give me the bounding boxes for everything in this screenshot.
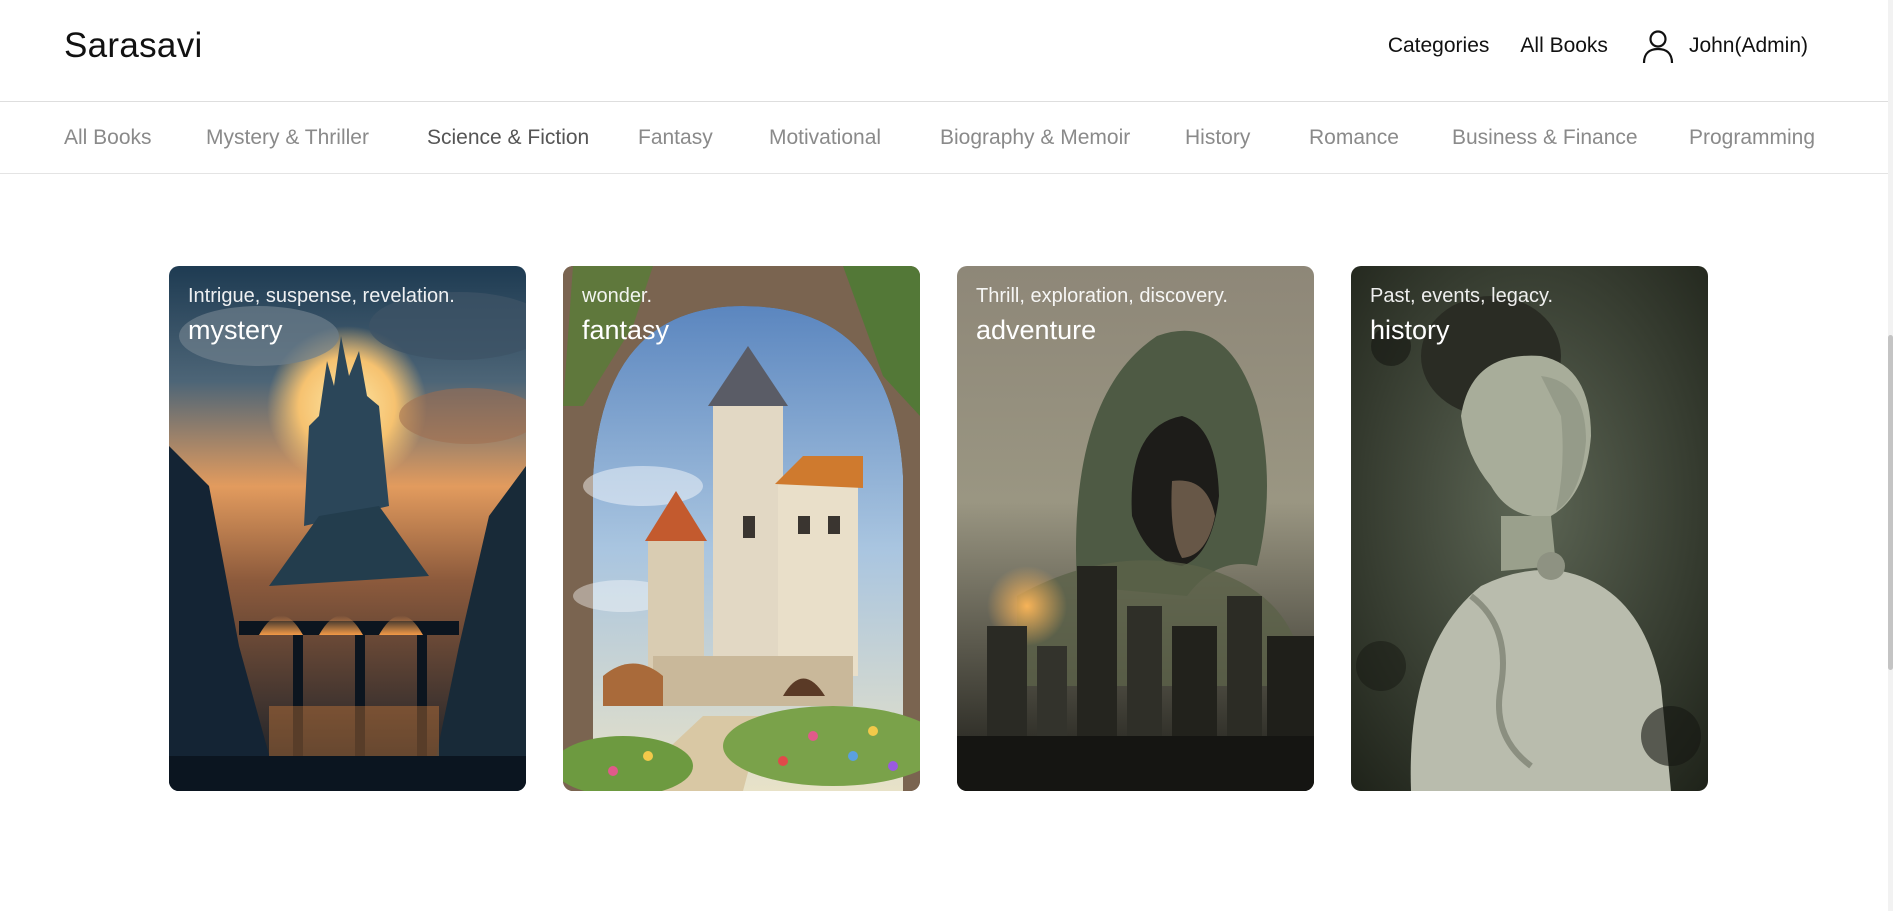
category-romance[interactable]: Romance [1309, 126, 1399, 150]
card-tagline: Intrigue, suspense, revelation. [188, 285, 455, 307]
user-name: John(Admin) [1688, 34, 1808, 57]
nav-categories-link[interactable]: Categories [1388, 34, 1490, 58]
card-tagline: wonder. [582, 285, 653, 307]
genre-card-fantasy[interactable]: wonder. fantasy [563, 266, 920, 791]
category-business-finance[interactable]: Business & Finance [1452, 126, 1638, 150]
category-motivational[interactable]: Motivational [769, 126, 881, 150]
top-nav: Categories All Books John(Admin) [1357, 28, 1808, 64]
card-tagline: Thrill, exploration, discovery. [976, 285, 1228, 307]
genre-card-adventure[interactable]: Thrill, exploration, discovery. adventur… [957, 266, 1314, 791]
nav-all-books-link[interactable]: All Books [1520, 34, 1608, 58]
category-science-fiction[interactable]: Science & Fiction [427, 126, 589, 150]
top-header: Sarasavi Categories All Books John(Admin… [0, 0, 1888, 102]
card-title: mystery [188, 315, 283, 345]
card-tagline: Past, events, legacy. [1370, 285, 1554, 307]
user-menu[interactable]: John(Admin) [1641, 28, 1808, 64]
category-programming[interactable]: Programming [1689, 126, 1815, 150]
category-mystery-thriller[interactable]: Mystery & Thriller [206, 126, 369, 150]
category-biography-memoir[interactable]: Biography & Memoir [940, 126, 1130, 150]
category-fantasy[interactable]: Fantasy [638, 126, 713, 150]
card-title: fantasy [582, 315, 670, 345]
card-title: adventure [976, 315, 1097, 345]
page-scrollbar[interactable] [1888, 0, 1893, 911]
card-title: history [1370, 315, 1450, 345]
genre-card-mystery[interactable]: Intrigue, suspense, revelation. mystery [169, 266, 526, 791]
brand-logo[interactable]: Sarasavi [64, 26, 203, 66]
category-bar: All Books Mystery & Thriller Science & F… [0, 102, 1888, 174]
scrollbar-thumb[interactable] [1888, 335, 1893, 670]
genre-card-history[interactable]: Past, events, legacy. history [1351, 266, 1708, 791]
category-all-books[interactable]: All Books [64, 126, 152, 150]
category-history[interactable]: History [1185, 126, 1250, 150]
user-icon [1642, 30, 1674, 64]
